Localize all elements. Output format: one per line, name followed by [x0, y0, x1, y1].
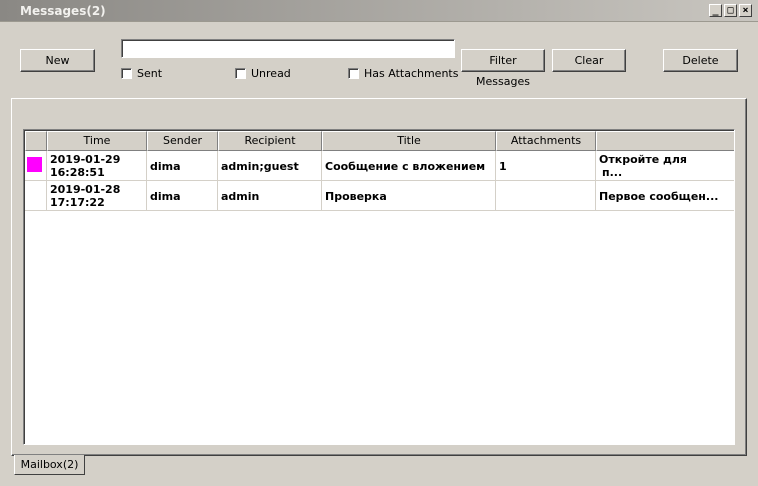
clear-button[interactable]: Clear	[552, 49, 626, 72]
time-cell: 2019-01-28 17:17:22	[47, 181, 147, 211]
column-header-recipient[interactable]: Recipient	[218, 131, 322, 151]
preview-line: Откройте для	[599, 153, 687, 166]
title-bar: Messages(2) _ □ ×	[0, 0, 758, 22]
has-attachments-label: Has Attachments	[364, 67, 459, 80]
date-text: 2019-01-29	[50, 153, 121, 166]
checkbox-box[interactable]	[348, 68, 359, 79]
marker-cell	[25, 181, 47, 211]
attachments-cell	[496, 181, 596, 211]
table-row[interactable]: 2019-01-28 17:17:22 dima admin Проверка …	[25, 181, 734, 211]
title-cell: Проверка	[322, 181, 496, 211]
column-header-title[interactable]: Title	[322, 131, 496, 151]
messages-table[interactable]: Time Sender Recipient Title Attachments …	[23, 129, 735, 445]
attachments-cell: 1	[496, 151, 596, 181]
table-header: Time Sender Recipient Title Attachments	[25, 131, 734, 151]
column-header-sender[interactable]: Sender	[147, 131, 218, 151]
marker-cell	[25, 151, 47, 181]
date-text: 2019-01-28	[50, 183, 121, 196]
sent-checkbox[interactable]: Sent	[121, 67, 162, 80]
maximize-button[interactable]: □	[724, 4, 737, 17]
column-header-preview[interactable]	[596, 131, 734, 151]
unread-marker-icon	[27, 157, 42, 172]
preview-cell: Первое сообщен...	[596, 181, 734, 211]
recipient-cell: admin;guest	[218, 151, 322, 181]
has-attachments-checkbox[interactable]: Has Attachments	[348, 67, 458, 80]
column-header-time[interactable]: Time	[47, 131, 147, 151]
tab-mailbox[interactable]: Mailbox(2)	[14, 455, 85, 475]
search-input[interactable]	[121, 39, 455, 58]
filter-messages-button[interactable]: Filter Messages	[461, 49, 545, 88]
sender-cell: dima	[147, 151, 218, 181]
time-text: 16:28:51	[50, 166, 105, 179]
sender-cell: dima	[147, 181, 218, 211]
sent-label: Sent	[137, 67, 163, 80]
preview-line: п...	[602, 166, 623, 179]
time-cell: 2019-01-29 16:28:51	[47, 151, 147, 181]
close-button[interactable]: ×	[739, 4, 752, 17]
column-header-marker[interactable]	[25, 131, 47, 151]
delete-button[interactable]: Delete	[663, 49, 738, 72]
unread-checkbox[interactable]: Unread	[235, 67, 291, 80]
table-row[interactable]: 2019-01-29 16:28:51 dima admin;guest Соо…	[25, 151, 734, 181]
unread-label: Unread	[251, 67, 291, 80]
window-title: Messages(2)	[20, 4, 106, 18]
time-text: 17:17:22	[50, 196, 105, 209]
title-cell: Сообщение с вложением	[322, 151, 496, 181]
minimize-button[interactable]: _	[709, 4, 722, 17]
new-button[interactable]: New	[20, 49, 95, 72]
preview-cell: Откройте для п...	[596, 151, 734, 181]
recipient-cell: admin	[218, 181, 322, 211]
checkbox-box[interactable]	[235, 68, 246, 79]
checkbox-box[interactable]	[121, 68, 132, 79]
column-header-attachments[interactable]: Attachments	[496, 131, 596, 151]
